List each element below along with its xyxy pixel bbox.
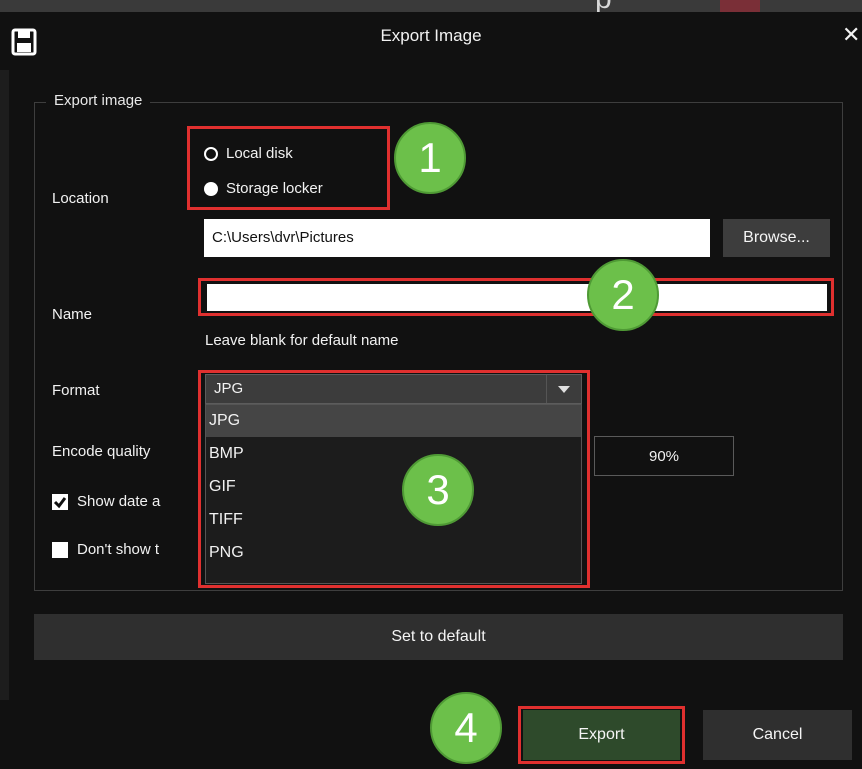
name-hint: Leave blank for default name <box>205 332 399 349</box>
background-accent <box>720 0 760 12</box>
background-text-fragment: p <box>595 0 612 12</box>
cancel-button[interactable]: Cancel <box>703 710 852 760</box>
encode-quality-label: Encode quality <box>52 443 151 460</box>
annotation-badge-4: 4 <box>430 692 502 764</box>
format-label: Format <box>52 382 100 399</box>
name-label: Name <box>52 306 93 323</box>
close-button[interactable]: ✕ <box>842 22 860 48</box>
annotation-badge-1: 1 <box>394 122 466 194</box>
annotation-box-export <box>518 706 685 764</box>
annotation-badge-3: 3 <box>402 454 474 526</box>
checkbox-unchecked-icon <box>52 541 68 558</box>
background-app-strip: p <box>0 0 862 12</box>
show-date-label: Show date a <box>77 493 161 510</box>
annotation-box-format <box>198 370 590 588</box>
annotation-box-name <box>198 278 834 316</box>
browse-button[interactable]: Browse... <box>723 219 830 257</box>
annotation-badge-2: 2 <box>587 259 659 331</box>
path-input[interactable]: C:\Users\dvr\Pictures <box>204 219 710 257</box>
annotation-box-location <box>187 126 390 210</box>
set-to-default-button[interactable]: Set to default <box>34 614 843 660</box>
encode-quality-value[interactable]: 90% <box>594 436 734 476</box>
dont-show-label: Don't show t <box>77 541 160 558</box>
checkbox-checked-icon <box>52 493 68 510</box>
location-label: Location <box>52 190 109 207</box>
export-image-dialog: Export Image ✕ Export image Location Loc… <box>0 12 862 769</box>
dialog-title: Export Image <box>380 26 482 45</box>
window-border <box>0 70 9 700</box>
title-bar: Export Image ✕ <box>0 12 862 70</box>
group-legend: Export image <box>46 92 151 109</box>
show-date-checkbox[interactable]: Show date a <box>52 493 200 510</box>
dont-show-checkbox[interactable]: Don't show t <box>52 541 202 558</box>
